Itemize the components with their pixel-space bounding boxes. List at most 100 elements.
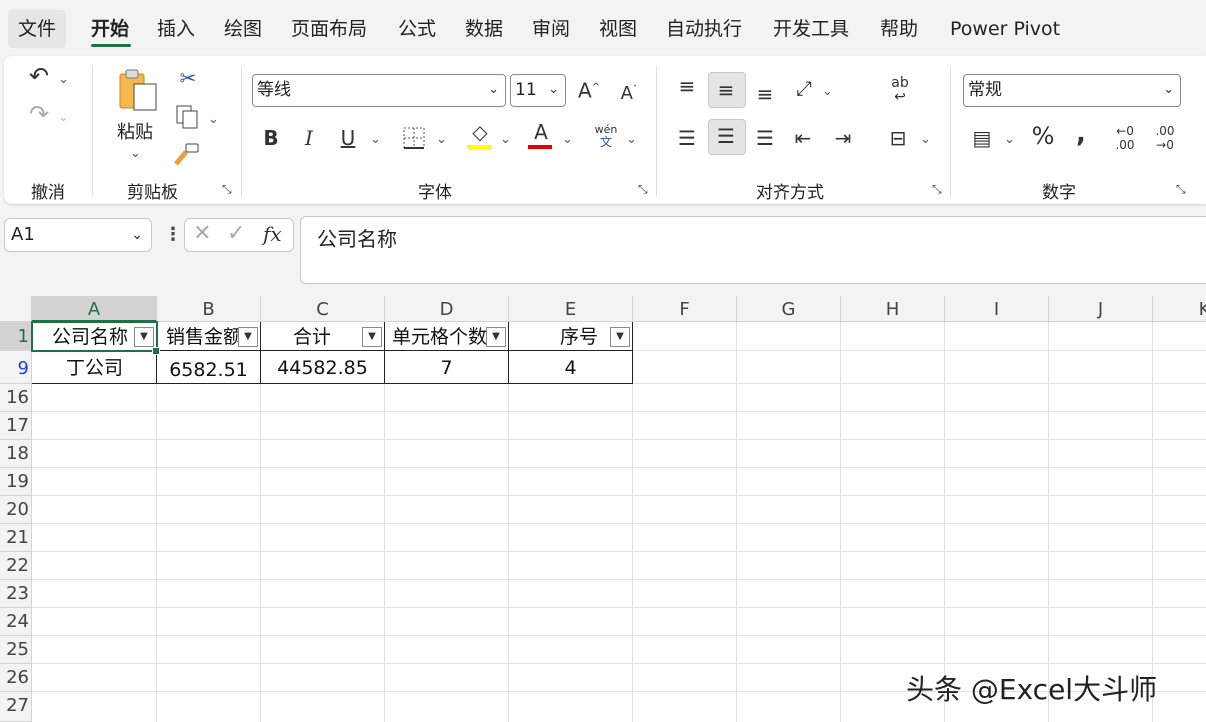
column-header-h[interactable]: H: [841, 296, 945, 322]
column-header-c[interactable]: C: [261, 296, 385, 322]
number-format-select[interactable]: 常规 ⌄: [963, 74, 1181, 107]
row-header-18[interactable]: 18: [0, 440, 32, 468]
row-header-9[interactable]: 9: [0, 351, 32, 384]
column-header-d[interactable]: D: [385, 296, 509, 322]
cell-d1[interactable]: 单元格个数: [386, 324, 486, 350]
cell-a9[interactable]: 丁公司: [33, 353, 156, 383]
decrease-indent-icon[interactable]: ⇤: [790, 126, 816, 150]
row-header-22[interactable]: 22: [0, 552, 32, 580]
tab-file[interactable]: 文件: [18, 16, 56, 42]
increase-indent-icon[interactable]: ⇥: [830, 126, 856, 150]
row-header-26[interactable]: 26: [0, 664, 32, 692]
borders-icon[interactable]: [402, 126, 426, 150]
tab-formulas[interactable]: 公式: [398, 16, 436, 42]
paste-button-label[interactable]: 粘贴: [117, 118, 153, 144]
cell-b9[interactable]: 6582.51: [157, 355, 260, 385]
undo-icon[interactable]: ↶: [24, 64, 54, 88]
row-header-16[interactable]: 16: [0, 384, 32, 412]
increase-font-size-icon[interactable]: A^: [576, 76, 602, 103]
tab-data[interactable]: 数据: [465, 16, 503, 42]
tab-review[interactable]: 审阅: [532, 16, 570, 42]
cell-c9[interactable]: 44582.85: [261, 353, 384, 383]
formula-input[interactable]: 公司名称: [300, 216, 1206, 284]
align-middle-icon[interactable]: ≡: [713, 78, 739, 102]
tab-automate[interactable]: 自动执行: [666, 16, 742, 42]
fill-color-dropdown-icon[interactable]: ⌄: [500, 128, 511, 152]
fill-color-icon[interactable]: ◇: [468, 120, 492, 144]
format-painter-icon[interactable]: [174, 142, 200, 166]
row-header-19[interactable]: 19: [0, 468, 32, 496]
font-size-select[interactable]: 11 ⌄: [510, 74, 566, 107]
percent-style-icon[interactable]: %: [1030, 124, 1056, 148]
underline-dropdown-icon[interactable]: ⌄: [370, 128, 381, 152]
column-header-e[interactable]: E: [509, 296, 633, 322]
accounting-dropdown-icon[interactable]: ⌄: [1004, 128, 1015, 152]
copy-dropdown-icon[interactable]: ⌄: [208, 108, 219, 132]
cell-d9[interactable]: 7: [385, 353, 508, 383]
align-right-icon[interactable]: ☰: [752, 126, 778, 150]
column-header-a[interactable]: A: [32, 296, 157, 322]
borders-dropdown-icon[interactable]: ⌄: [436, 128, 447, 152]
name-box[interactable]: A1 ⌄: [4, 218, 152, 252]
enter-icon[interactable]: ✓: [227, 221, 245, 246]
row-header-23[interactable]: 23: [0, 580, 32, 608]
decrease-decimal-icon[interactable]: .00 →0: [1150, 124, 1180, 152]
comma-style-icon[interactable]: ,: [1070, 121, 1092, 147]
row-header-27[interactable]: 27: [0, 692, 32, 722]
paste-dropdown-icon[interactable]: ⌄: [130, 142, 141, 166]
tab-developer[interactable]: 开发工具: [773, 16, 849, 42]
paste-icon[interactable]: [118, 68, 160, 112]
undo-dropdown-icon[interactable]: ⌄: [58, 68, 69, 92]
row-header-21[interactable]: 21: [0, 524, 32, 552]
orientation-dropdown-icon[interactable]: ⌄: [822, 80, 833, 104]
increase-decimal-icon[interactable]: ←0.00: [1110, 124, 1140, 152]
redo-dropdown-icon[interactable]: ⌄: [58, 106, 69, 130]
redo-icon[interactable]: ↷: [24, 102, 54, 126]
insert-function-icon[interactable]: fx: [263, 222, 282, 246]
font-color-icon[interactable]: A: [529, 120, 553, 144]
clipboard-dialog-launcher-icon[interactable]: ⤡: [222, 182, 232, 197]
filter-dropdown-e-icon[interactable]: ▼: [610, 327, 630, 347]
filter-dropdown-d-icon[interactable]: ▼: [486, 327, 506, 347]
align-top-icon[interactable]: ≡: [674, 74, 700, 98]
tab-home[interactable]: 开始: [91, 16, 129, 42]
column-header-g[interactable]: G: [737, 296, 841, 322]
bold-icon[interactable]: B: [260, 126, 282, 150]
cancel-icon[interactable]: ✕: [193, 221, 211, 246]
font-name-select[interactable]: 等线 ⌄: [252, 74, 506, 107]
alignment-dialog-launcher-icon[interactable]: ⤡: [932, 182, 942, 197]
cell-e1[interactable]: 序号: [510, 324, 610, 350]
more-options-icon[interactable]: ⋮: [164, 224, 182, 245]
tab-power-pivot[interactable]: Power Pivot: [950, 16, 1060, 42]
merge-dropdown-icon[interactable]: ⌄: [920, 128, 931, 152]
column-header-k[interactable]: K: [1153, 296, 1206, 322]
accounting-format-icon[interactable]: ▤: [968, 126, 996, 150]
tab-view[interactable]: 视图: [599, 16, 637, 42]
copy-icon[interactable]: [175, 104, 201, 130]
tab-draw[interactable]: 绘图: [224, 16, 262, 42]
cell-b1[interactable]: 销售金额: [158, 324, 238, 350]
decrease-font-size-icon[interactable]: Aˇ: [616, 78, 642, 106]
row-header-20[interactable]: 20: [0, 496, 32, 524]
tab-page-layout[interactable]: 页面布局: [291, 16, 367, 42]
row-header-1[interactable]: 1: [0, 322, 32, 351]
select-all-corner[interactable]: [0, 296, 32, 322]
fill-handle[interactable]: [152, 347, 160, 355]
align-center-icon[interactable]: ☰: [713, 124, 739, 148]
merge-center-icon[interactable]: ⊟: [884, 126, 912, 150]
phonetic-dropdown-icon[interactable]: ⌄: [626, 128, 637, 152]
tab-help[interactable]: 帮助: [880, 16, 918, 42]
font-dialog-launcher-icon[interactable]: ⤡: [638, 182, 648, 197]
cell-e9[interactable]: 4: [509, 353, 632, 383]
font-color-dropdown-icon[interactable]: ⌄: [562, 128, 573, 152]
align-bottom-icon[interactable]: ≡: [752, 82, 778, 106]
column-header-f[interactable]: F: [633, 296, 737, 322]
cell-c1[interactable]: 合计: [262, 324, 362, 350]
cut-icon[interactable]: ✂: [176, 66, 200, 90]
row-header-17[interactable]: 17: [0, 412, 32, 440]
filter-dropdown-b-icon[interactable]: ▼: [238, 327, 258, 347]
row-header-24[interactable]: 24: [0, 608, 32, 636]
filter-dropdown-c-icon[interactable]: ▼: [362, 327, 382, 347]
tab-insert[interactable]: 插入: [157, 16, 195, 42]
underline-icon[interactable]: U: [336, 126, 360, 150]
